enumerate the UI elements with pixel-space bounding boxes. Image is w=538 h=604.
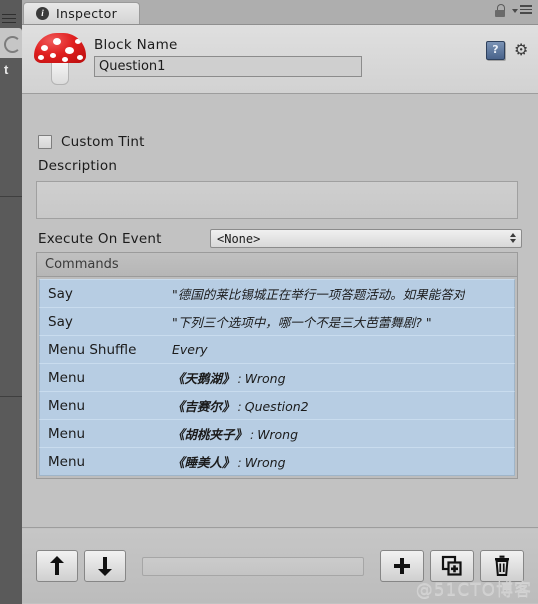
menu-target-block: Wrong: [257, 427, 299, 442]
command-summary: 《吉赛尔》: Question2: [172, 396, 309, 415]
command-search-input[interactable]: [142, 556, 364, 576]
menu-option-text: 《天鹅湖》: [172, 371, 235, 386]
command-type: Menu Shuffle: [48, 341, 137, 358]
inspector-tabstrip: i Inspector: [22, 0, 538, 25]
command-type: Menu: [48, 453, 86, 470]
settings-gear-icon[interactable]: ⚙: [514, 42, 532, 59]
inspector-window: i Inspector Block Name Question1 ? ⚙ Cus…: [22, 0, 538, 604]
move-command-up-button[interactable]: [36, 550, 78, 582]
arrow-down-icon: [98, 556, 112, 576]
arrow-up-icon: [50, 556, 64, 576]
command-summary: Every: [172, 342, 208, 357]
custom-tint-checkbox[interactable]: [38, 135, 52, 149]
command-toolbar-area: @51CTO博客: [22, 527, 538, 604]
menu-option-text: 《睡美人》: [172, 455, 235, 470]
inspector-body: Custom Tint Description Execute On Event…: [22, 94, 538, 528]
description-label: Description: [38, 158, 118, 174]
command-list-rows: Say "德国的莱比锡城正在举行一项答题活动。如果能答对 Say "下列三个选项…: [37, 277, 517, 478]
execute-on-event-dropdown[interactable]: <None>: [210, 229, 522, 248]
hamburger-icon[interactable]: [2, 14, 16, 24]
table-row[interactable]: Say "下列三个选项中，哪一个不是三大芭蕾舞剧? ": [39, 307, 515, 336]
lock-open-icon[interactable]: [495, 4, 506, 17]
trash-icon: [495, 555, 509, 576]
move-command-down-button[interactable]: [84, 550, 126, 582]
command-type: Menu: [48, 369, 86, 386]
plus-icon: [394, 558, 410, 574]
block-name-input[interactable]: Question1: [94, 56, 362, 77]
custom-tint-label: Custom Tint: [61, 134, 145, 150]
fungus-mushroom-icon: [32, 27, 88, 89]
separator: :: [250, 427, 255, 442]
component-header: Block Name Question1 ? ⚙: [22, 25, 538, 94]
component-header-controls: ? ⚙: [486, 41, 532, 60]
gutter-label: t: [4, 62, 9, 77]
table-row[interactable]: Menu 《天鹅湖》: Wrong: [39, 363, 515, 392]
table-row[interactable]: Menu 《吉赛尔》: Question2: [39, 391, 515, 420]
duplicate-icon: [441, 555, 462, 576]
menu-option-text: 《吉赛尔》: [172, 399, 235, 414]
command-summary: 《胡桃夹子》: Wrong: [172, 424, 298, 443]
command-type: Menu: [48, 397, 86, 414]
chevron-updown-icon: [510, 233, 516, 243]
command-list-header: Commands: [37, 253, 517, 277]
command-type: Say: [48, 313, 73, 330]
menu-option-text: 《胡桃夹子》: [172, 427, 248, 442]
unity-editor-screen: t i Inspector Block Name Question1 ? ⚙ C…: [0, 0, 538, 604]
command-summary: "德国的莱比锡城正在举行一项答题活动。如果能答对: [172, 287, 466, 302]
table-row[interactable]: Menu 《胡桃夹子》: Wrong: [39, 419, 515, 448]
menu-target-block: Question2: [244, 399, 309, 414]
execute-on-event-label: Execute On Event: [38, 230, 162, 247]
tab-inspector-label: Inspector: [56, 6, 118, 21]
separator: :: [237, 455, 242, 470]
command-summary: "下列三个选项中，哪一个不是三大芭蕾舞剧? ": [172, 315, 432, 330]
command-type: Say: [48, 285, 73, 302]
execute-on-event-row: Execute On Event <None>: [38, 229, 522, 248]
tab-inspector[interactable]: i Inspector: [23, 2, 141, 24]
gutter-divider: [0, 196, 22, 197]
block-name-label: Block Name: [94, 37, 178, 53]
description-textarea[interactable]: [36, 181, 518, 219]
menu-target-block: Wrong: [244, 371, 286, 386]
editor-left-gutter: t: [0, 0, 23, 604]
execute-on-event-value: <None>: [217, 231, 261, 246]
command-type: Menu: [48, 425, 86, 442]
watermark: @51CTO博客: [415, 580, 532, 600]
help-book-icon[interactable]: ?: [486, 41, 505, 60]
menu-target-block: Wrong: [244, 455, 286, 470]
table-row[interactable]: Menu 《睡美人》: Wrong: [39, 447, 515, 476]
scene-view-icon[interactable]: [0, 28, 22, 58]
separator: :: [237, 371, 242, 386]
command-list: Commands Say "德国的莱比锡城正在举行一项答题活动。如果能答对 Sa…: [36, 252, 518, 479]
tabstrip-controls: [495, 4, 532, 17]
separator: :: [237, 399, 242, 414]
panel-menu-icon[interactable]: [512, 5, 532, 16]
table-row[interactable]: Say "德国的莱比锡城正在举行一项答题活动。如果能答对: [39, 279, 515, 308]
command-summary: 《天鹅湖》: Wrong: [172, 368, 286, 387]
gutter-divider: [0, 396, 22, 397]
info-circle-icon: i: [36, 7, 49, 20]
custom-tint-row[interactable]: Custom Tint: [38, 134, 145, 150]
command-summary: 《睡美人》: Wrong: [172, 452, 286, 471]
table-row[interactable]: Menu Shuffle Every: [39, 335, 515, 364]
